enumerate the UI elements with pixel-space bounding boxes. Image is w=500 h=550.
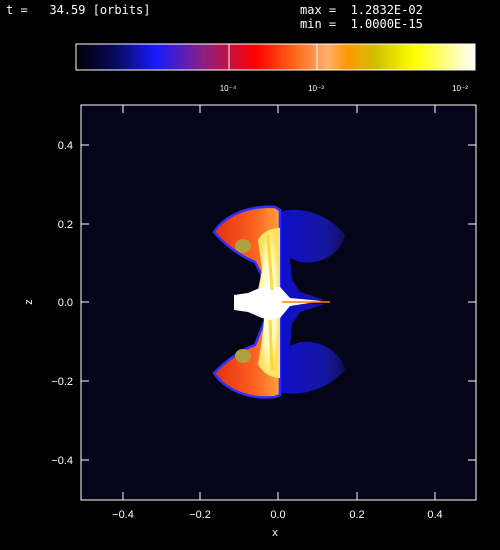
olive-blob-upper: [235, 239, 251, 253]
olive-blob-lower: [235, 349, 251, 363]
y-tick-label: −0.2: [51, 376, 73, 388]
colorbar-tick-label: 10⁻³: [308, 84, 324, 93]
y-tick-label: 0.0: [58, 297, 73, 309]
colorbar-tick-label: 10⁻²: [452, 84, 468, 93]
colorbar: 10⁻⁴ 10⁻³ 10⁻²: [75, 43, 476, 93]
x-tick-label: 0.2: [349, 509, 364, 521]
y-tick-label: −0.4: [51, 455, 73, 467]
x-axis-label: x: [272, 527, 278, 539]
y-tick-label: 0.2: [58, 219, 73, 231]
plot-area: −0.4 −0.2 0.0 0.2 0.4 x 0.4 0.2 0.0 −0.2…: [23, 104, 477, 539]
x-tick-label: −0.2: [189, 509, 211, 521]
figure-canvas: 10⁻⁴ 10⁻³ 10⁻² −0.4 −0.2 0.0 0.2 0.4 x 0…: [23, 43, 477, 539]
colorbar-gradient: [75, 43, 476, 71]
x-tick-label: 0.0: [270, 509, 285, 521]
colorbar-tick-label: 10⁻⁴: [220, 84, 237, 93]
y-axis-label: z: [23, 299, 35, 305]
x-tick-label: 0.4: [427, 509, 442, 521]
y-tick-label: 0.4: [58, 140, 73, 152]
x-tick-label: −0.4: [112, 509, 134, 521]
